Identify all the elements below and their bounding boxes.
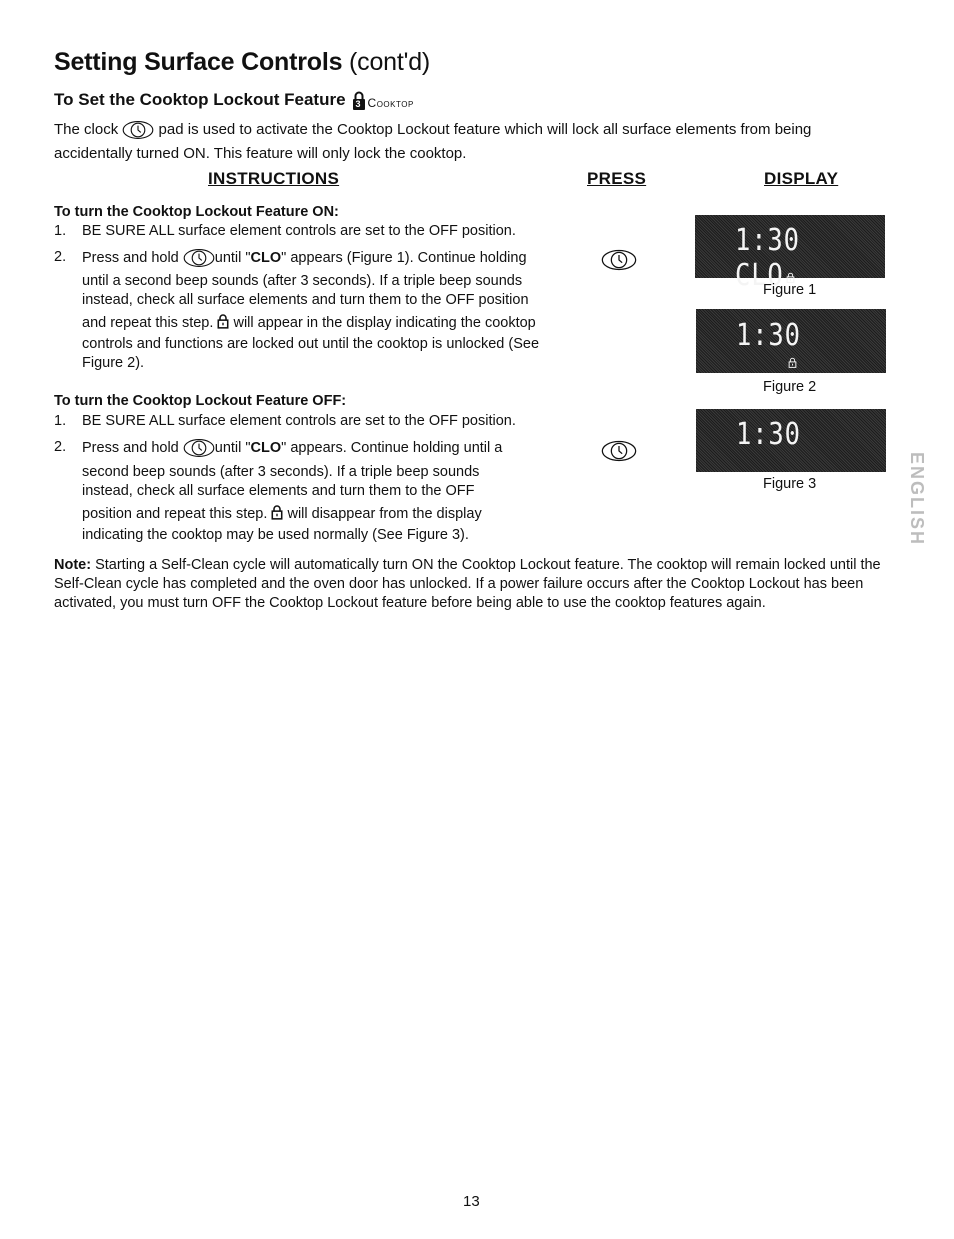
lock-icon: [217, 313, 229, 329]
note-label: Note:: [54, 557, 92, 573]
note-text: Starting a Self-Clean cycle will automat…: [54, 557, 881, 611]
clock-pad-icon: [122, 120, 154, 140]
page-title: Setting Surface Controls (cont'd): [54, 48, 430, 77]
clock-pad-icon: [183, 438, 215, 458]
clo-code: CLO: [250, 249, 282, 266]
step-text: until a second beep sounds (after 3 seco…: [82, 273, 523, 289]
display-lock-icon: [788, 357, 797, 368]
step-number: 2.: [54, 249, 67, 265]
page-number: 13: [463, 1193, 480, 1210]
step-text: until ": [214, 249, 251, 266]
display-readout: 1:30: [736, 318, 801, 353]
section-subtitle: To Set the Cooktop Lockout Feature 3 Coo…: [54, 90, 414, 110]
cooktop-lock-icon: 3: [352, 90, 366, 110]
off-step-2: 2. Press and hold until "CLO" appears. C…: [54, 438, 574, 548]
step-text: Press and hold: [82, 249, 179, 266]
display-readout: 1:30: [736, 417, 801, 452]
step-text: until ": [214, 439, 251, 456]
intro-text-before: The clock: [54, 121, 119, 138]
intro-line-1: The clock pad is used to activate the Co…: [54, 118, 811, 142]
step-text: indicating the cooktop may be used norma…: [82, 527, 469, 543]
step-text: position and repeat this step.: [82, 506, 268, 522]
intro-text-after: pad is used to activate the Cooktop Lock…: [158, 121, 812, 138]
lockout-on-heading: To turn the Cooktop Lockout Feature ON:: [54, 204, 339, 220]
cooktop-label: Cooktop: [367, 96, 414, 110]
on-step-2: 2. Press and hold until "CLO" appears (F…: [54, 248, 574, 378]
section-subtitle-text: To Set the Cooktop Lockout Feature: [54, 90, 346, 109]
lockout-off-heading: To turn the Cooktop Lockout Feature OFF:: [54, 393, 347, 409]
step-text: second beep sounds (after 3 seconds). If…: [82, 464, 480, 480]
step-text: instead, check all surface elements and …: [82, 483, 475, 499]
step-number: 1.: [54, 413, 67, 429]
step-text: Press and hold: [82, 439, 179, 456]
lock-icon: [271, 504, 283, 520]
page-title-bold: Setting Surface Controls: [54, 48, 343, 76]
language-side-tab: ENGLISH: [907, 452, 927, 547]
cooktop-lock-number: 3: [355, 99, 361, 109]
figure-1-caption: Figure 1: [763, 282, 817, 298]
note-paragraph: Note: Starting a Self-Clean cycle will a…: [54, 556, 894, 613]
step-text: will appear in the display indicating th…: [233, 315, 536, 331]
on-step-1: 1. BE SURE ALL surface element controls …: [54, 222, 574, 242]
intro-line-2: accidentally turned ON. This feature wil…: [54, 145, 467, 162]
figure-2-caption: Figure 2: [763, 379, 817, 395]
display-figure-1: 1:30 CLO: [695, 215, 885, 293]
step-number: 1.: [54, 223, 67, 239]
display-figure-3: 1:30: [696, 409, 886, 472]
display-figure-2: 1:30: [696, 309, 886, 373]
step-text: and repeat this step.: [82, 315, 214, 331]
step-text: " appears (Figure 1). Continue holding: [281, 249, 527, 266]
step-text: instead, check all surface elements and …: [82, 292, 529, 308]
step-text: BE SURE ALL surface element controls are…: [82, 223, 516, 239]
step-text: BE SURE ALL surface element controls are…: [82, 413, 516, 429]
step-text: will disappear from the display: [287, 506, 482, 522]
press-clock-pad-icon-off: [601, 439, 637, 463]
display-column-header: DISPLAY: [764, 169, 839, 188]
clock-pad-icon: [183, 248, 215, 268]
press-column-header: PRESS: [587, 169, 647, 188]
clo-code: CLO: [250, 439, 282, 456]
press-clock-pad-icon-on: [601, 248, 637, 272]
figure-3-caption: Figure 3: [763, 476, 817, 492]
step-text: Figure 2).: [82, 355, 145, 371]
step-number: 2.: [54, 439, 67, 455]
off-step-1: 1. BE SURE ALL surface element controls …: [54, 412, 574, 432]
step-text: " appears. Continue holding until a: [281, 439, 503, 456]
step-text: controls and functions are locked out un…: [82, 336, 540, 352]
instructions-column-header: INSTRUCTIONS: [208, 169, 340, 188]
page-title-suffix: (cont'd): [342, 48, 431, 76]
